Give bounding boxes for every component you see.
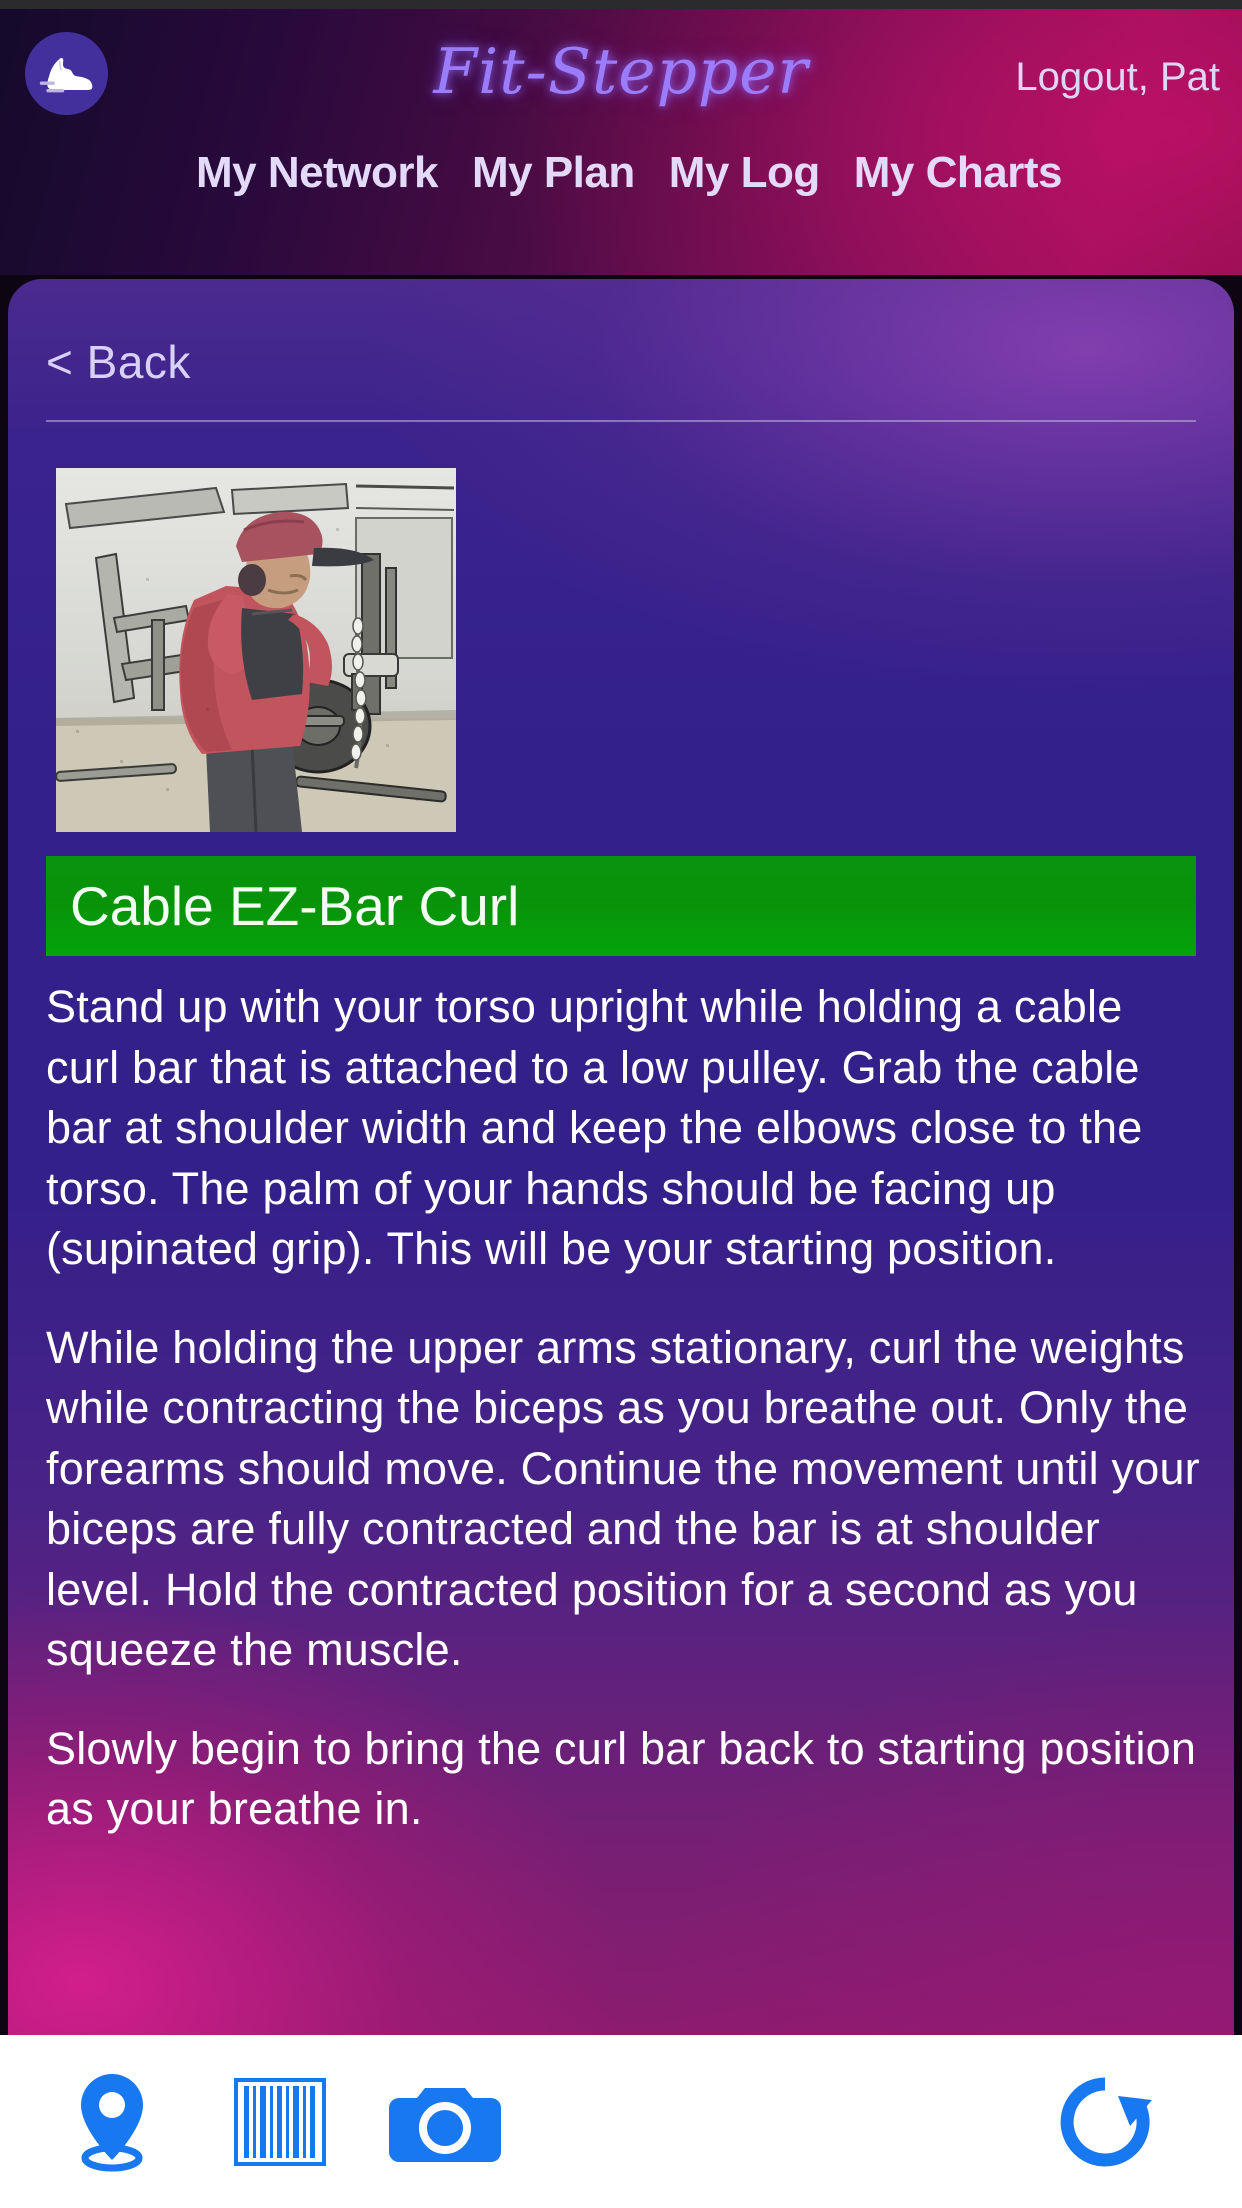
refresh-icon xyxy=(1056,2074,1154,2170)
header-divider xyxy=(46,420,1196,422)
location-pin-icon xyxy=(70,2070,154,2174)
exercise-image xyxy=(56,468,456,832)
camera-button[interactable] xyxy=(380,2062,510,2182)
exercise-title: Cable EZ-Bar Curl xyxy=(70,875,520,937)
camera-icon xyxy=(389,2078,501,2166)
back-link[interactable]: < Back xyxy=(46,335,191,389)
description-paragraph-3: Slowly begin to bring the curl bar back … xyxy=(46,1722,1197,1835)
description-paragraph-1: Stand up with your torso upright while h… xyxy=(46,981,1143,1275)
nav-item-my-charts[interactable]: My Charts xyxy=(854,148,1063,198)
bottom-toolbar xyxy=(0,2035,1242,2208)
content-card: < Back Cable EZ-Bar Curl Stand up with y… xyxy=(8,279,1234,2035)
status-bar xyxy=(0,0,1242,9)
main-navigation: My Network My Plan My Log My Charts xyxy=(0,148,1242,198)
barcode-button[interactable] xyxy=(220,2062,340,2182)
nav-item-my-plan[interactable]: My Plan xyxy=(472,148,635,198)
nav-item-my-log[interactable]: My Log xyxy=(669,148,820,198)
barcode-icon xyxy=(234,2077,326,2166)
app-header: Fit-Stepper Logout, Pat My Network My Pl… xyxy=(0,9,1242,275)
app-root: Fit-Stepper Logout, Pat My Network My Pl… xyxy=(0,0,1242,2208)
exercise-description: Stand up with your torso upright while h… xyxy=(46,977,1206,1840)
logout-link[interactable]: Logout, Pat xyxy=(1015,55,1220,100)
description-paragraph-2: While holding the upper arms stationary,… xyxy=(46,1321,1200,1676)
refresh-button[interactable] xyxy=(1040,2062,1170,2182)
location-button[interactable] xyxy=(52,2062,172,2182)
nav-item-my-network[interactable]: My Network xyxy=(196,148,438,198)
exercise-title-bar: Cable EZ-Bar Curl xyxy=(46,856,1196,956)
